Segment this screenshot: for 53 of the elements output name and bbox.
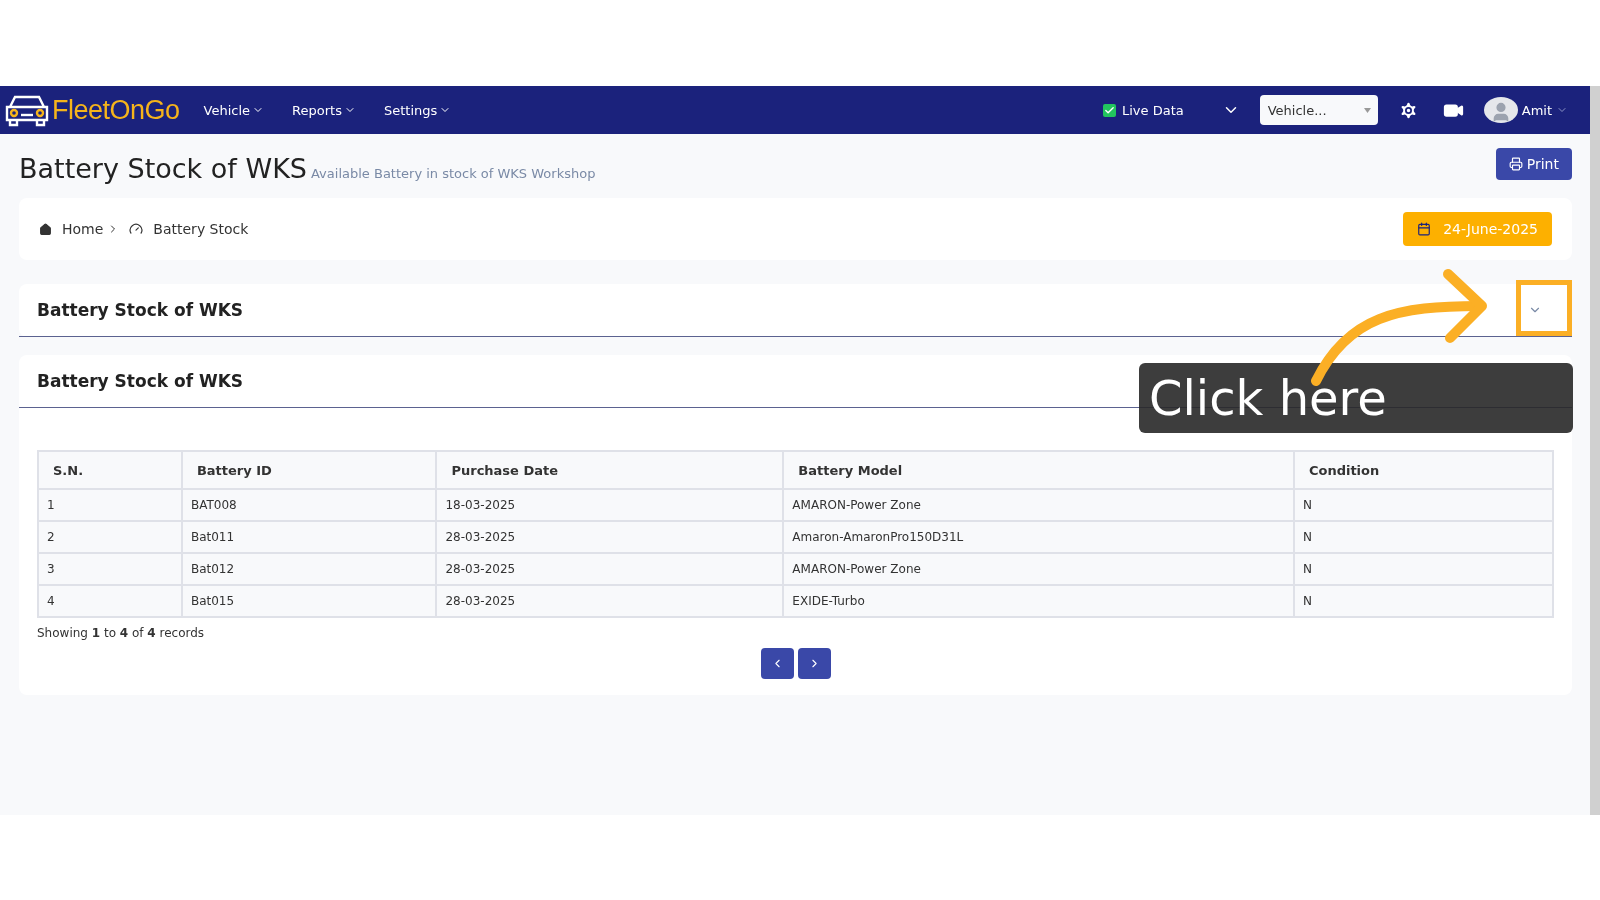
user-menu[interactable]: Amit [1483,97,1568,123]
table-cell: Bat012 [181,553,437,585]
previous-page-button[interactable] [760,648,794,679]
table-cell: 28-03-2025 [436,521,784,553]
table-cell: 28-03-2025 [436,553,784,585]
table-cell: 1 [38,489,182,521]
car-icon [4,93,50,127]
avatar-icon [1483,97,1518,123]
live-data-checkbox[interactable] [1103,103,1116,117]
printer-icon [1508,157,1523,171]
print-button[interactable]: Print [1495,148,1572,180]
nav-menu[interactable]: Settings [379,102,456,118]
table-cell: Amaron-AmaronPro150D31L [783,521,1294,553]
table-cell: 28-03-2025 [436,585,784,617]
table-cell: Bat015 [181,585,437,617]
column-header: Purchase Date [436,451,784,489]
nav-menu[interactable]: Vehicle [199,102,269,118]
home-icon [39,222,52,236]
column-header: Condition [1293,451,1553,489]
table-cell: Bat011 [181,521,437,553]
breadcrumb-link[interactable]: Home [39,221,104,237]
vehicle-select[interactable]: Vehicle... [1259,95,1378,125]
table-cell: 2 [38,521,182,553]
column-header: Battery Model [783,451,1294,489]
gauge-icon [129,222,144,236]
caret-down-icon [1363,107,1371,113]
page-title: Battery Stock of WKS [19,153,307,184]
nav-menu[interactable]: Reports [288,102,360,118]
column-header: S.N. [38,451,182,489]
table-cell: N [1293,553,1553,585]
app-logo: FleetOnGo [52,94,180,126]
panel-title: Battery Stock of WKS [37,300,244,320]
table-cell: AMARON-Power Zone [783,489,1294,521]
table-cell: EXIDE-Turbo [783,585,1294,617]
table-cell: 18-03-2025 [436,489,784,521]
column-header: Battery ID [181,451,437,489]
table-cell: 4 [38,585,182,617]
panel-title: Battery Stock of WKS [37,371,244,391]
callout-tooltip: Click here [1139,363,1573,433]
next-page-button[interactable] [797,648,831,679]
table-cell: N [1293,489,1553,521]
check-icon [1104,104,1115,116]
table-cell: BAT008 [181,489,437,521]
table-cell: N [1293,585,1553,617]
highlight-frame [1516,280,1572,336]
table-cell: AMARON-Power Zone [783,553,1294,585]
live-data-label: Live Data [1122,102,1184,118]
records-summary: Showing 1 to 4 of 4 records [37,626,206,640]
table-cell: 3 [38,553,182,585]
table-cell: N [1293,521,1553,553]
breadcrumb-link[interactable]: Battery Stock [129,221,249,237]
calendar-icon [1417,222,1432,236]
page-subtitle: Available Battery in stock of WKS Workshop [311,166,596,181]
